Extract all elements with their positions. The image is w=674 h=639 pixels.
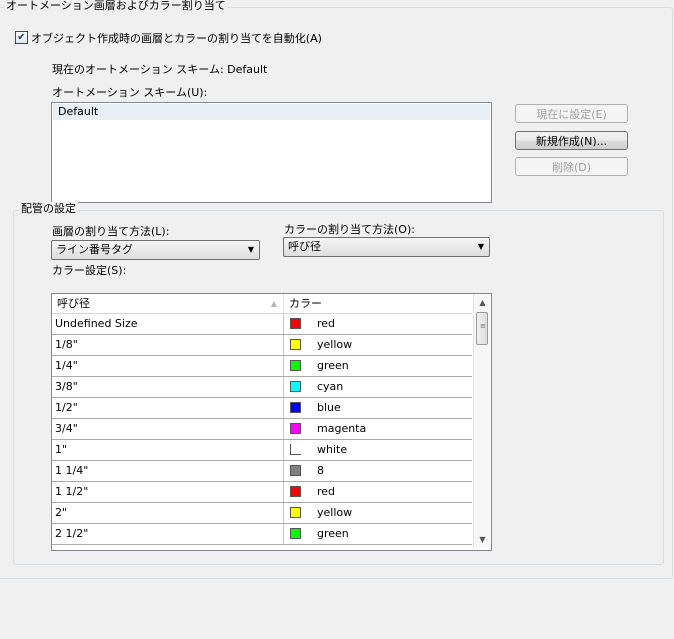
column-header-color[interactable]: カラー [284,294,472,313]
table-row[interactable]: 1/8" yellow [52,335,472,356]
column-header-size[interactable]: 呼び径 ▲ [52,294,284,313]
layer-method-label: 画層の割り当て方法(L): [52,225,170,238]
color-swatch [290,486,301,497]
color-name: red [317,485,336,498]
color-cell[interactable]: cyan [284,377,472,397]
scheme-list-label: オートメーション スキーム(U): [52,86,208,99]
delete-button[interactable]: 削除(D) [515,157,628,176]
scheme-list-item[interactable]: Default [53,104,490,120]
color-swatch [290,360,301,371]
color-method-label: カラーの割り当て方法(O): [284,223,415,236]
color-cell[interactable]: 8 [284,461,472,481]
table-row[interactable]: 1 1/2" red [52,482,472,503]
current-scheme-label: 現在のオートメーション スキーム: Default [52,63,268,76]
scroll-up-arrow-icon[interactable]: ▲ [474,294,491,311]
color-cell[interactable]: magenta [284,419,472,439]
color-name: cyan [317,380,344,393]
color-name: red [317,317,336,330]
color-cell[interactable]: yellow [284,503,472,523]
layer-method-value: ライン番号タグ [56,243,133,256]
size-cell: 3/8" [52,377,284,397]
color-method-value: 呼び径 [288,240,321,253]
scheme-listbox[interactable]: Default [51,102,492,203]
color-name: green [317,527,349,540]
size-cell: 3/4" [52,419,284,439]
color-name: magenta [317,422,367,435]
color-cell[interactable]: red [284,314,472,334]
color-swatch [290,528,301,539]
piping-group-title: 配管の設定 [19,202,78,216]
color-settings-label: カラー設定(S): [52,264,127,277]
size-cell: 1 1/4" [52,461,284,481]
automation-group-title: オートメーション画層およびカラー割り当て [4,0,228,13]
color-name: white [317,443,348,456]
table-row[interactable]: 2 1/2" green [52,524,472,545]
table-row[interactable]: 3/8" cyan [52,377,472,398]
color-cell[interactable]: red [284,482,472,502]
color-cell[interactable]: yellow [284,335,472,355]
size-cell: 1" [52,440,284,460]
color-swatch [290,507,301,518]
column-header-size-label: 呼び径 [57,297,90,310]
size-cell: 2" [52,503,284,523]
column-header-color-label: カラー [289,297,322,310]
table-row[interactable]: 1 1/4" 8 [52,461,472,482]
color-swatch [290,402,301,413]
new-scheme-button[interactable]: 新規作成(N)... [515,131,628,150]
color-cell[interactable]: white [284,440,472,460]
color-swatch [290,318,301,329]
color-cell[interactable]: green [284,524,472,544]
automate-checkbox[interactable]: ✔ [15,31,28,44]
table-row[interactable]: 1/4" green [52,356,472,377]
size-cell: 1 1/2" [52,482,284,502]
color-swatch [290,381,301,392]
sort-ascending-icon: ▲ [270,299,277,308]
color-name: green [317,359,349,372]
color-swatch [290,339,301,350]
size-cell: 1/4" [52,356,284,376]
color-method-dropdown[interactable]: 呼び径 ▼ [283,237,490,257]
color-name: 8 [317,464,324,477]
table-rows: Undefined Size red 1/8" yellow 1/4" green 3/8"… [52,314,472,545]
size-cell: 1/2" [52,398,284,418]
dropdown-arrow-icon: ▼ [477,242,484,251]
color-name: blue [317,401,341,414]
grip-icon: ≡ [480,322,486,330]
size-cell: 2 1/2" [52,524,284,544]
table-row[interactable]: 2" yellow [52,503,472,524]
table-header: 呼び径 ▲ カラー [52,294,472,314]
table-row[interactable]: 1" white [52,440,472,461]
table-row[interactable]: 3/4" magenta [52,419,472,440]
checkmark-icon: ✔ [17,32,26,43]
color-name: yellow [317,506,353,519]
color-swatch [290,423,301,434]
color-cell[interactable]: blue [284,398,472,418]
table-vertical-scrollbar[interactable]: ▲ ≡ ▼ [473,294,491,548]
table-row[interactable]: 1/2" blue [52,398,472,419]
color-settings-table[interactable]: 呼び径 ▲ カラー Undefined Size red 1/8" yellow 1/4… [51,293,492,551]
size-cell: 1/8" [52,335,284,355]
color-cell[interactable]: green [284,356,472,376]
color-swatch [290,444,301,455]
dropdown-arrow-icon: ▼ [247,245,254,254]
color-swatch [290,465,301,476]
scroll-down-arrow-icon[interactable]: ▼ [474,531,491,548]
scrollbar-thumb[interactable]: ≡ [476,312,488,345]
color-name: yellow [317,338,353,351]
size-cell: Undefined Size [52,314,284,334]
set-current-button[interactable]: 現在に設定(E) [515,104,628,123]
table-row[interactable]: Undefined Size red [52,314,472,335]
layer-method-dropdown[interactable]: ライン番号タグ ▼ [51,240,260,260]
automate-checkbox-label[interactable]: オブジェクト作成時の画層とカラーの割り当てを自動化(A) [31,30,322,46]
